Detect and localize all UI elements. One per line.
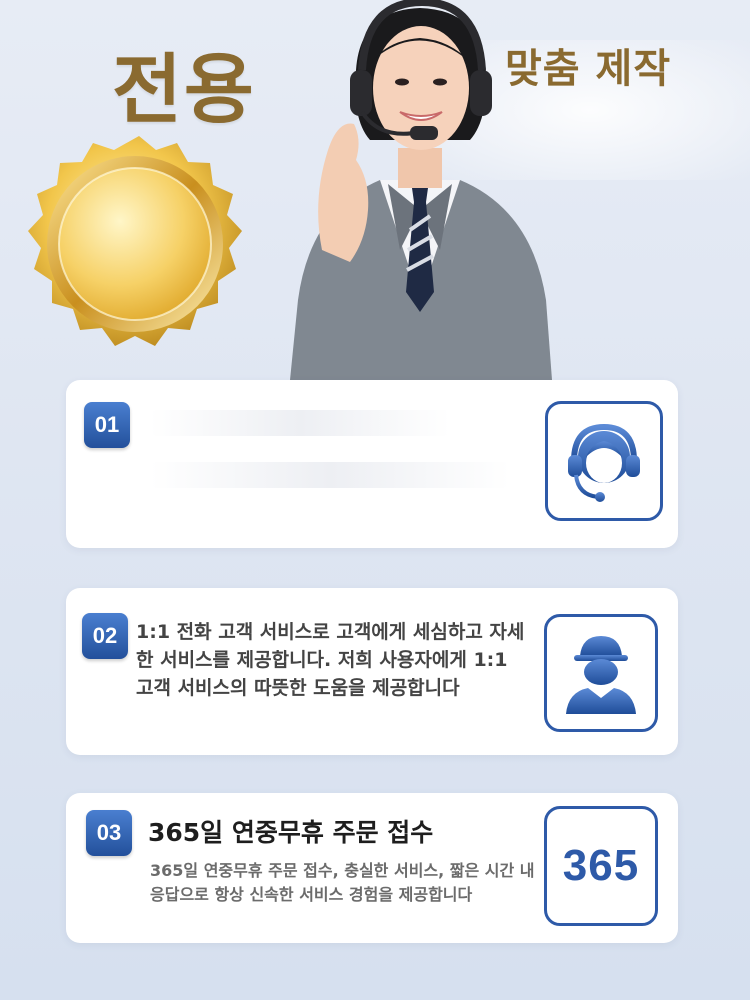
- worker-helmet-icon: [566, 636, 636, 714]
- card-number-badge: 02: [82, 613, 128, 659]
- blurred-text: [150, 462, 510, 488]
- feature-card-3: 03 365일 연중무휴 주문 접수 365일 연중무휴 주문 접수, 충실한 …: [66, 793, 678, 943]
- card-description: 365일 연중무휴 주문 접수, 충실한 서비스, 짧은 시간 내 응답으로 항…: [150, 861, 535, 904]
- feature-card-2: 02 1:1 전화 고객 서비스로 고객에게 세심하고 자세한 서비스를 제공합…: [66, 588, 678, 755]
- customer-service-agent-image: [290, 0, 552, 380]
- card-title: 365일 연중무휴 주문 접수: [148, 818, 434, 847]
- icon-frame: [544, 614, 658, 732]
- icon-frame: [545, 401, 663, 521]
- gold-medal-icon: [28, 136, 242, 346]
- card-description: 1:1 전화 고객 서비스로 고객에게 세심하고 자세한 서비스를 제공합니다.…: [136, 621, 525, 699]
- card-number-badge: 03: [86, 810, 132, 856]
- blurred-text: [150, 410, 450, 436]
- customer-service-headset-icon: [568, 423, 640, 502]
- hero-banner: 전용 맞춤 제작: [0, 0, 750, 380]
- 365-days-icon: 365: [562, 841, 640, 890]
- feature-card-1: 01: [66, 380, 678, 548]
- card-number-badge: 01: [84, 402, 130, 448]
- icon-frame: 365: [544, 806, 658, 926]
